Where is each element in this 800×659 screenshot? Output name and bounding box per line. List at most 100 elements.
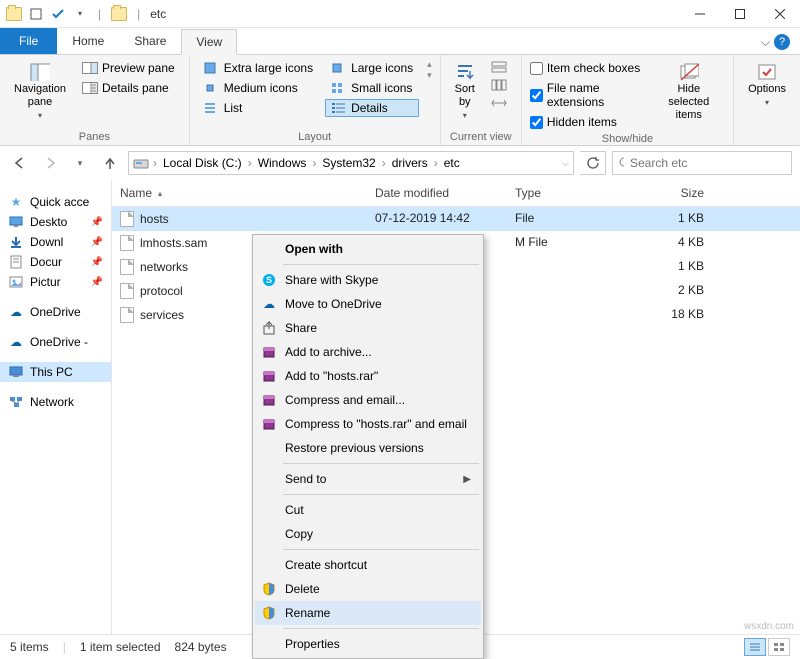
breadcrumb-item[interactable]: drivers: [390, 156, 430, 170]
details-pane-button[interactable]: Details pane: [76, 79, 181, 97]
hide-selected-label: Hide selected items: [658, 83, 719, 123]
sidebar-this-pc[interactable]: This PC: [0, 362, 111, 382]
address-bar[interactable]: › Local Disk (C:) › Windows › System32 ›…: [128, 151, 574, 175]
chevron-right-icon[interactable]: ›: [246, 156, 254, 170]
column-header-name[interactable]: Name ▴: [112, 180, 367, 206]
tab-view[interactable]: View: [181, 29, 237, 55]
sidebar-label: Deskto: [30, 215, 67, 229]
search-icon: [619, 157, 624, 170]
ribbon-group-show-hide: Item check boxes File name extensions Hi…: [522, 55, 734, 145]
sidebar-onedrive-2[interactable]: ☁OneDrive -: [0, 332, 111, 352]
layout-extra-large[interactable]: Extra large icons: [198, 59, 319, 77]
sort-by-button[interactable]: Sort by ▾: [449, 59, 481, 125]
hide-selected-button[interactable]: Hide selected items: [652, 59, 725, 127]
layout-medium[interactable]: Medium icons: [198, 79, 319, 97]
file-row[interactable]: hosts 07-12-2019 14:42 File 1 KB: [112, 207, 800, 231]
ctx-share-skype[interactable]: S Share with Skype: [255, 268, 481, 292]
winrar-icon: [261, 368, 277, 384]
svg-text:S: S: [266, 275, 272, 285]
add-columns-button[interactable]: [485, 77, 513, 93]
download-icon: [8, 235, 24, 249]
ctx-compress-hosts-email[interactable]: Compress to "hosts.rar" and email: [255, 412, 481, 436]
layout-small[interactable]: Small icons: [325, 79, 419, 97]
up-button[interactable]: [98, 151, 122, 175]
qat-item-icon[interactable]: [28, 6, 44, 22]
layout-scroll-icon[interactable]: ▴▾: [423, 59, 432, 81]
sidebar-item-documents[interactable]: Docur📌: [0, 252, 111, 272]
ctx-send-to[interactable]: Send to▶: [255, 467, 481, 491]
search-box[interactable]: [612, 151, 792, 175]
ctx-add-archive[interactable]: Add to archive...: [255, 340, 481, 364]
view-details-toggle[interactable]: [744, 638, 766, 656]
ctx-cut[interactable]: Cut: [255, 498, 481, 522]
sidebar-onedrive[interactable]: ☁OneDrive: [0, 302, 111, 322]
chevron-right-icon[interactable]: ›: [380, 156, 388, 170]
forward-button[interactable]: [38, 151, 62, 175]
file-name-extensions-toggle[interactable]: File name extensions: [530, 79, 649, 111]
refresh-button[interactable]: [580, 151, 606, 175]
layout-details-label: Details: [351, 101, 388, 115]
column-header-size[interactable]: Size: [622, 180, 712, 206]
size-columns-button[interactable]: [485, 95, 513, 111]
ctx-share[interactable]: Share: [255, 316, 481, 340]
layout-list[interactable]: List: [198, 99, 319, 117]
qat-dropdown-icon[interactable]: ▾: [72, 6, 88, 22]
sidebar-quick-access[interactable]: ★Quick acce: [0, 192, 111, 212]
tab-file[interactable]: File: [0, 28, 57, 54]
item-check-label: Item check boxes: [547, 61, 640, 75]
preview-pane-button[interactable]: Preview pane: [76, 59, 181, 77]
recent-dropdown[interactable]: ▾: [68, 151, 92, 175]
ctx-add-hosts-rar[interactable]: Add to "hosts.rar": [255, 364, 481, 388]
ctx-delete[interactable]: Delete: [255, 577, 481, 601]
ctx-open-with[interactable]: Open with: [255, 237, 481, 261]
navigation-pane-button[interactable]: Navigation pane ▾: [8, 59, 72, 125]
ribbon-collapse-icon[interactable]: ⌵: [761, 35, 770, 50]
column-header-date[interactable]: Date modified: [367, 180, 507, 206]
sort-by-label: Sort by: [455, 83, 475, 109]
file-name: networks: [140, 260, 188, 274]
layout-details[interactable]: Details: [325, 99, 419, 117]
sidebar-network[interactable]: Network: [0, 392, 111, 412]
chevron-right-icon[interactable]: ›: [432, 156, 440, 170]
ctx-compress-email[interactable]: Compress and email...: [255, 388, 481, 412]
maximize-button[interactable]: [720, 0, 760, 28]
shield-icon: [261, 581, 277, 597]
sidebar-item-desktop[interactable]: Deskto📌: [0, 212, 111, 232]
minimize-button[interactable]: [680, 0, 720, 28]
file-date: 07-12-2019 14:42: [367, 207, 507, 231]
ctx-label: Send to: [285, 472, 326, 486]
breadcrumb-item[interactable]: Windows: [256, 156, 309, 170]
breadcrumb-item[interactable]: System32: [320, 156, 377, 170]
address-dropdown-icon[interactable]: ⌵: [562, 158, 569, 169]
search-input[interactable]: [630, 156, 785, 170]
breadcrumb-item[interactable]: Local Disk (C:): [161, 156, 244, 170]
hidden-items-toggle[interactable]: Hidden items: [530, 113, 649, 131]
ctx-restore[interactable]: Restore previous versions: [255, 436, 481, 460]
ctx-copy[interactable]: Copy: [255, 522, 481, 546]
qat-check-icon[interactable]: [50, 6, 66, 22]
ctx-move-onedrive[interactable]: ☁Move to OneDrive: [255, 292, 481, 316]
layout-large[interactable]: Large icons: [325, 59, 419, 77]
chevron-right-icon[interactable]: ›: [310, 156, 318, 170]
sidebar-item-pictures[interactable]: Pictur📌: [0, 272, 111, 292]
sidebar-item-downloads[interactable]: Downl📌: [0, 232, 111, 252]
view-thumbnails-toggle[interactable]: [768, 638, 790, 656]
breadcrumb-item[interactable]: etc: [442, 156, 462, 170]
back-button[interactable]: [8, 151, 32, 175]
sidebar-label: Downl: [30, 235, 63, 249]
ctx-rename[interactable]: Rename: [255, 601, 481, 625]
help-icon[interactable]: ?: [774, 34, 790, 50]
options-button[interactable]: Options ▾: [742, 59, 792, 112]
close-button[interactable]: [760, 0, 800, 28]
ctx-properties[interactable]: Properties: [255, 632, 481, 656]
ctx-create-shortcut[interactable]: Create shortcut: [255, 553, 481, 577]
tab-home[interactable]: Home: [57, 28, 119, 54]
tab-share[interactable]: Share: [119, 28, 181, 54]
sidebar-label: Quick acce: [30, 195, 89, 209]
item-check-boxes-toggle[interactable]: Item check boxes: [530, 59, 649, 77]
chevron-right-icon[interactable]: ›: [151, 156, 159, 170]
ctx-label: Share with Skype: [285, 273, 378, 287]
winrar-icon: [261, 416, 277, 432]
group-by-button[interactable]: [485, 59, 513, 75]
column-header-type[interactable]: Type: [507, 180, 622, 206]
